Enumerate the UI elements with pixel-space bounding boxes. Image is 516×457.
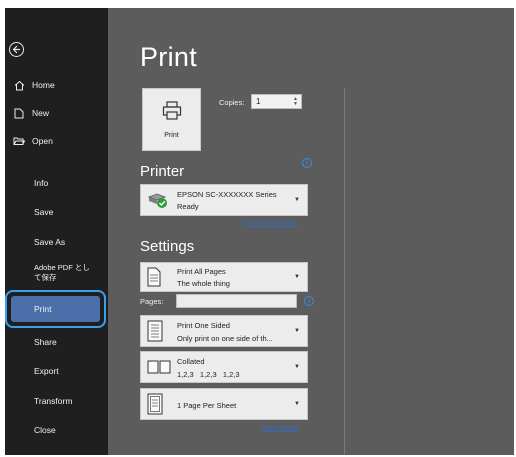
sidebar-item-open[interactable]: Open	[5, 128, 108, 154]
sidebar-item-save-as[interactable]: Save As	[5, 229, 108, 255]
sidebar-item-label: Close	[34, 425, 56, 435]
sidebar-item-label: Share	[34, 337, 57, 347]
chevron-down-icon: ▼	[294, 364, 300, 370]
print-button-label: Print	[164, 132, 179, 139]
sides-dropdown[interactable]: Print One Sided Only print on one side o…	[140, 315, 308, 347]
preview-divider	[344, 88, 345, 455]
sidebar-item-label: Transform	[34, 396, 73, 406]
print-range-dropdown[interactable]: Print All Pages The whole thing ▼	[140, 262, 308, 292]
print-button[interactable]: Print	[142, 88, 201, 151]
printer-ready-icon	[147, 193, 167, 208]
pages-input[interactable]	[176, 294, 297, 308]
back-arrow-icon[interactable]	[9, 42, 24, 57]
pages-icon	[147, 267, 161, 287]
collated-icon	[147, 360, 171, 374]
folder-open-icon	[13, 135, 25, 147]
sidebar-item-label: Home	[32, 80, 55, 90]
setting-line2: The whole thing	[177, 279, 230, 288]
sidebar-item-label: New	[32, 108, 50, 118]
sidebar-item-print[interactable]: Print	[5, 296, 106, 322]
sidebar-item-label: Export	[34, 366, 59, 376]
printer-icon	[162, 101, 182, 120]
printer-properties-link[interactable]: Printer Properties	[243, 220, 297, 227]
sidebar-item-home[interactable]: Home	[5, 72, 108, 98]
sidebar-item-label: Open	[32, 136, 53, 146]
page-setup-link[interactable]: Page Setup	[262, 425, 299, 432]
sidebar-item-close[interactable]: Close	[5, 417, 108, 443]
pages-per-sheet-dropdown[interactable]: 1 Page Per Sheet ▼	[140, 388, 308, 420]
home-icon	[13, 79, 25, 91]
setting-line1: Collated	[177, 357, 205, 366]
sidebar-item-label: Save As	[34, 237, 66, 247]
printer-dropdown[interactable]: EPSON SC-XXXXXXX Series Ready ▼	[140, 184, 308, 216]
print-pane: Print Print Copies: 1 ▲ ▼ Printer i EPSON…	[108, 8, 514, 455]
backstage-sidebar: Home New Open Info Save Save As Adobe PD…	[5, 8, 108, 455]
chevron-down-icon: ▼	[294, 401, 300, 407]
sidebar-item-adobe-pdf[interactable]: Adobe PDF とし て保存	[5, 261, 108, 291]
printer-status: Ready	[177, 202, 199, 211]
page-title: Print	[140, 42, 198, 72]
copies-stepper[interactable]: 1 ▲ ▼	[251, 94, 302, 109]
chevron-down-icon: ▼	[294, 197, 300, 203]
sidebar-item-label: Save	[34, 207, 54, 217]
info-icon[interactable]: i	[302, 158, 312, 168]
printer-name: EPSON SC-XXXXXXX Series	[177, 190, 277, 199]
info-icon[interactable]: i	[304, 296, 314, 306]
sidebar-item-label: Adobe PDF とし て保存	[34, 263, 90, 282]
pages-label: Pages:	[140, 297, 164, 306]
sidebar-item-save[interactable]: Save	[5, 199, 108, 225]
setting-line2: 1,2,3 1,2,3 1,2,3	[177, 370, 240, 379]
setting-line1: Print All Pages	[177, 267, 226, 276]
backstage-window: Home New Open Info Save Save As Adobe PD…	[5, 8, 514, 455]
spinner-arrows-icon[interactable]: ▲ ▼	[293, 97, 298, 107]
printer-heading: Printer	[140, 163, 185, 180]
chevron-down-icon: ▼	[294, 274, 300, 280]
page-per-sheet-icon	[147, 393, 163, 415]
sidebar-item-label: Info	[34, 178, 49, 188]
copies-value: 1	[256, 97, 261, 106]
sidebar-item-info[interactable]: Info	[5, 170, 108, 196]
sidebar-item-new[interactable]: New	[5, 100, 108, 126]
sidebar-item-export[interactable]: Export	[5, 358, 108, 384]
collation-dropdown[interactable]: Collated 1,2,3 1,2,3 1,2,3 ▼	[140, 351, 308, 383]
chevron-down-icon: ▼	[294, 328, 300, 334]
new-document-icon	[13, 107, 25, 119]
setting-line2: Only print on one side of th...	[177, 334, 273, 343]
one-sided-icon	[147, 320, 163, 342]
setting-line1: 1 Page Per Sheet	[177, 401, 237, 410]
sidebar-item-share[interactable]: Share	[5, 329, 108, 355]
settings-heading: Settings	[140, 238, 195, 255]
setting-line1: Print One Sided	[177, 321, 230, 330]
sidebar-item-transform[interactable]: Transform	[5, 388, 108, 414]
copies-label: Copies:	[219, 98, 245, 107]
sidebar-item-label: Print	[34, 304, 52, 314]
